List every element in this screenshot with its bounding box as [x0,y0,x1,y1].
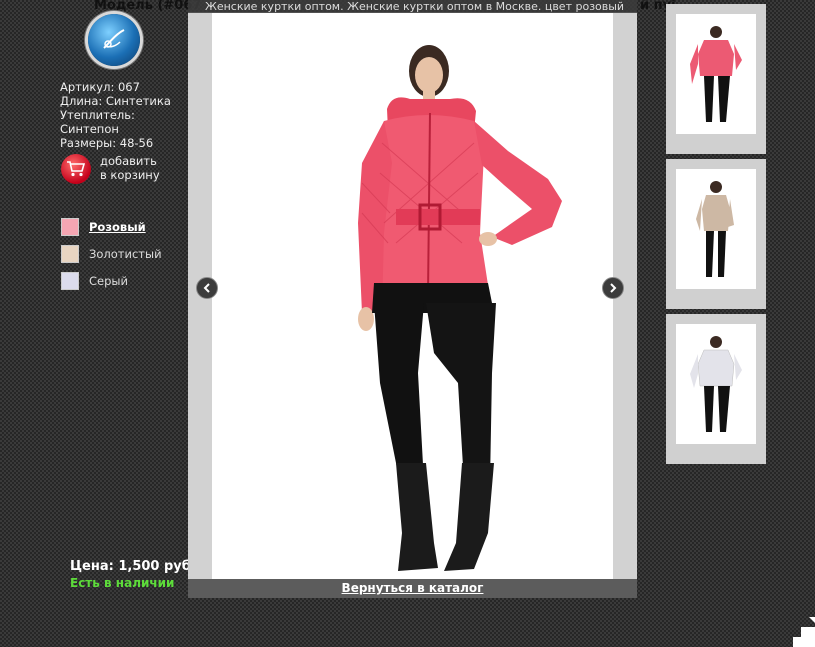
thumbnail-gold[interactable] [666,159,766,309]
sizes-spec: Размеры: 48-56 [60,136,154,150]
thumbnail-grey[interactable] [666,314,766,464]
color-option-grey[interactable]: Серый [61,267,162,294]
length-spec: Длина: Синтетика [60,94,171,108]
insulation-label: Утеплитель: [60,108,135,122]
thumbnail-pink[interactable] [666,4,766,154]
add-to-cart-label[interactable]: добавить в корзину [100,154,170,182]
stock-status: Есть в наличии [70,576,175,590]
model-title: Модель (#067 [94,0,202,13]
add-to-cart-button[interactable]: добавить в корзину [61,154,170,184]
product-specs: Артикул: 067 Длина: Синтетика Утеплитель… [60,80,171,150]
insulation-value: Синтепон [60,122,119,136]
color-swatch-grey[interactable] [61,271,79,290]
viewer-caption: Женские куртки оптом. Женские куртки опт… [188,0,637,13]
chevron-left-icon [203,283,210,293]
product-photo [212,13,613,580]
color-label-pink[interactable]: Розовый [89,220,146,234]
color-option-gold[interactable]: Золотистый [61,240,162,267]
color-label-grey[interactable]: Серый [89,274,128,288]
pen-logo-icon[interactable] [88,14,140,66]
color-label-gold[interactable]: Золотистый [89,247,162,261]
color-option-pink[interactable]: Розовый [61,213,162,240]
chevron-right-icon [610,283,617,293]
price: Цена: 1,500 руб. [70,559,196,574]
shopping-cart-icon[interactable] [61,154,91,184]
next-image-button[interactable] [602,277,624,299]
prev-image-button[interactable] [196,277,218,299]
corner-decoration [793,617,815,647]
back-to-catalog-link[interactable]: Вернуться в каталог [342,581,484,595]
color-swatch-gold[interactable] [61,244,79,263]
article-number: Артикул: 067 [60,80,140,94]
back-bar: Вернуться в каталог [188,579,637,598]
color-swatch-pink[interactable] [61,217,79,236]
color-options: Розовый Золотистый Серый [61,213,162,294]
